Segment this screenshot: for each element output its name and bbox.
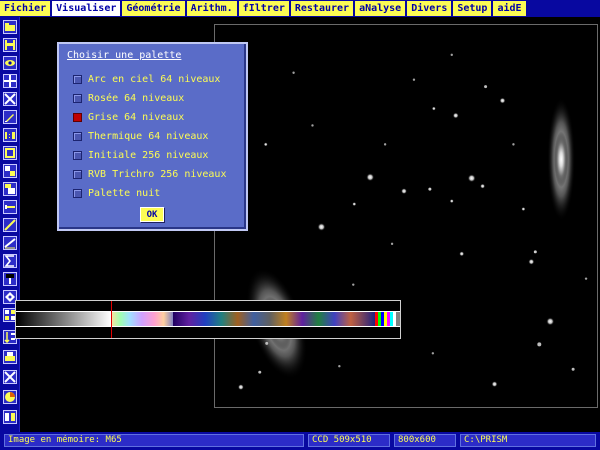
menu-divers[interactable]: Divers bbox=[407, 1, 452, 16]
flag-icon[interactable] bbox=[3, 272, 17, 286]
status-image-name: Image en mémoire: M65 bbox=[4, 434, 304, 447]
palette-option-nuit[interactable]: Palette nuit bbox=[73, 187, 160, 199]
palette-option-rosee[interactable]: Rosée 64 niveaux bbox=[73, 92, 184, 104]
print-icon[interactable] bbox=[3, 350, 17, 364]
ruler-icon[interactable] bbox=[3, 236, 17, 250]
pencil-icon[interactable] bbox=[3, 110, 17, 124]
palette-option-grise[interactable]: Grise 64 niveaux bbox=[73, 111, 184, 123]
palette-option-rvb-trichro[interactable]: RVB Trichro 256 niveaux bbox=[73, 168, 226, 180]
checkbox-checked[interactable] bbox=[73, 112, 82, 122]
menu-visualiser[interactable]: Visualiser bbox=[52, 1, 121, 16]
checkbox[interactable] bbox=[73, 131, 82, 141]
palette-option-thermique[interactable]: Thermique 64 niveaux bbox=[73, 130, 208, 142]
slope-icon[interactable] bbox=[3, 218, 17, 232]
option-label: Initiale 256 niveaux bbox=[88, 149, 209, 161]
checkbox[interactable] bbox=[73, 188, 82, 198]
checkbox[interactable] bbox=[73, 150, 82, 160]
menu-setup[interactable]: Setup bbox=[453, 1, 492, 16]
dialog-title: Choisir une palette bbox=[67, 50, 182, 61]
status-bar: Image en mémoire: M65 CCD 509x510 800x60… bbox=[0, 432, 600, 450]
option-label: RVB Trichro 256 niveaux bbox=[88, 168, 227, 180]
layers-icon[interactable] bbox=[3, 182, 17, 196]
menu-aide[interactable]: aidE bbox=[493, 1, 526, 16]
expand-arrows-icon[interactable] bbox=[3, 92, 17, 106]
colormap-strip[interactable] bbox=[15, 300, 401, 339]
galaxy-image bbox=[237, 53, 588, 391]
ratio-icon[interactable] bbox=[3, 128, 17, 142]
menu-fichier[interactable]: Fichier bbox=[0, 1, 51, 16]
open-icon[interactable] bbox=[3, 20, 17, 34]
tool-palette bbox=[0, 17, 20, 432]
colorwheel-icon[interactable] bbox=[3, 390, 17, 404]
palette-dialog: Choisir une palette Arc en ciel 64 nivea… bbox=[57, 42, 248, 231]
status-ccd-size: CCD 509x510 bbox=[308, 434, 390, 447]
menu-arithm[interactable]: Arithm. bbox=[186, 1, 237, 16]
crosshair-icon[interactable] bbox=[3, 74, 17, 88]
option-label: Rosée 64 niveaux bbox=[88, 92, 185, 104]
image-viewport[interactable] bbox=[214, 24, 598, 408]
checkbox[interactable] bbox=[73, 74, 82, 84]
menu-filtrer[interactable]: fIltrer bbox=[238, 1, 289, 16]
menu-bar: Fichier Visualiser Géométrie Arithm. fIl… bbox=[0, 0, 600, 17]
book-icon[interactable] bbox=[3, 410, 17, 424]
colormap-gradient bbox=[16, 311, 400, 327]
ok-button[interactable]: OK bbox=[140, 207, 164, 222]
menu-restaurer[interactable]: Restaurer bbox=[290, 1, 354, 16]
close-icon[interactable] bbox=[3, 370, 17, 384]
status-path: C:\PRISM bbox=[460, 434, 596, 447]
palette-option-arc-en-ciel[interactable]: Arc en ciel 64 niveaux bbox=[73, 73, 220, 85]
save-icon[interactable] bbox=[3, 38, 17, 52]
blocks-icon[interactable] bbox=[3, 164, 17, 178]
checkbox[interactable] bbox=[73, 169, 82, 179]
eye-icon[interactable] bbox=[3, 56, 17, 70]
option-label: Thermique 64 niveaux bbox=[88, 130, 209, 142]
option-label: Arc en ciel 64 niveaux bbox=[88, 73, 221, 85]
option-label: Grise 64 niveaux bbox=[88, 111, 185, 123]
palette-option-initiale[interactable]: Initiale 256 niveaux bbox=[73, 149, 208, 161]
line-icon[interactable] bbox=[3, 200, 17, 214]
colormap-cursor[interactable] bbox=[111, 301, 112, 338]
checkbox[interactable] bbox=[73, 93, 82, 103]
select-icon[interactable] bbox=[3, 146, 17, 160]
menu-analyse[interactable]: aNalyse bbox=[355, 1, 406, 16]
sigma-icon[interactable] bbox=[3, 254, 17, 268]
option-label: Palette nuit bbox=[88, 187, 161, 199]
menu-geometrie[interactable]: Géométrie bbox=[122, 1, 185, 16]
status-resolution: 800x600 bbox=[394, 434, 456, 447]
